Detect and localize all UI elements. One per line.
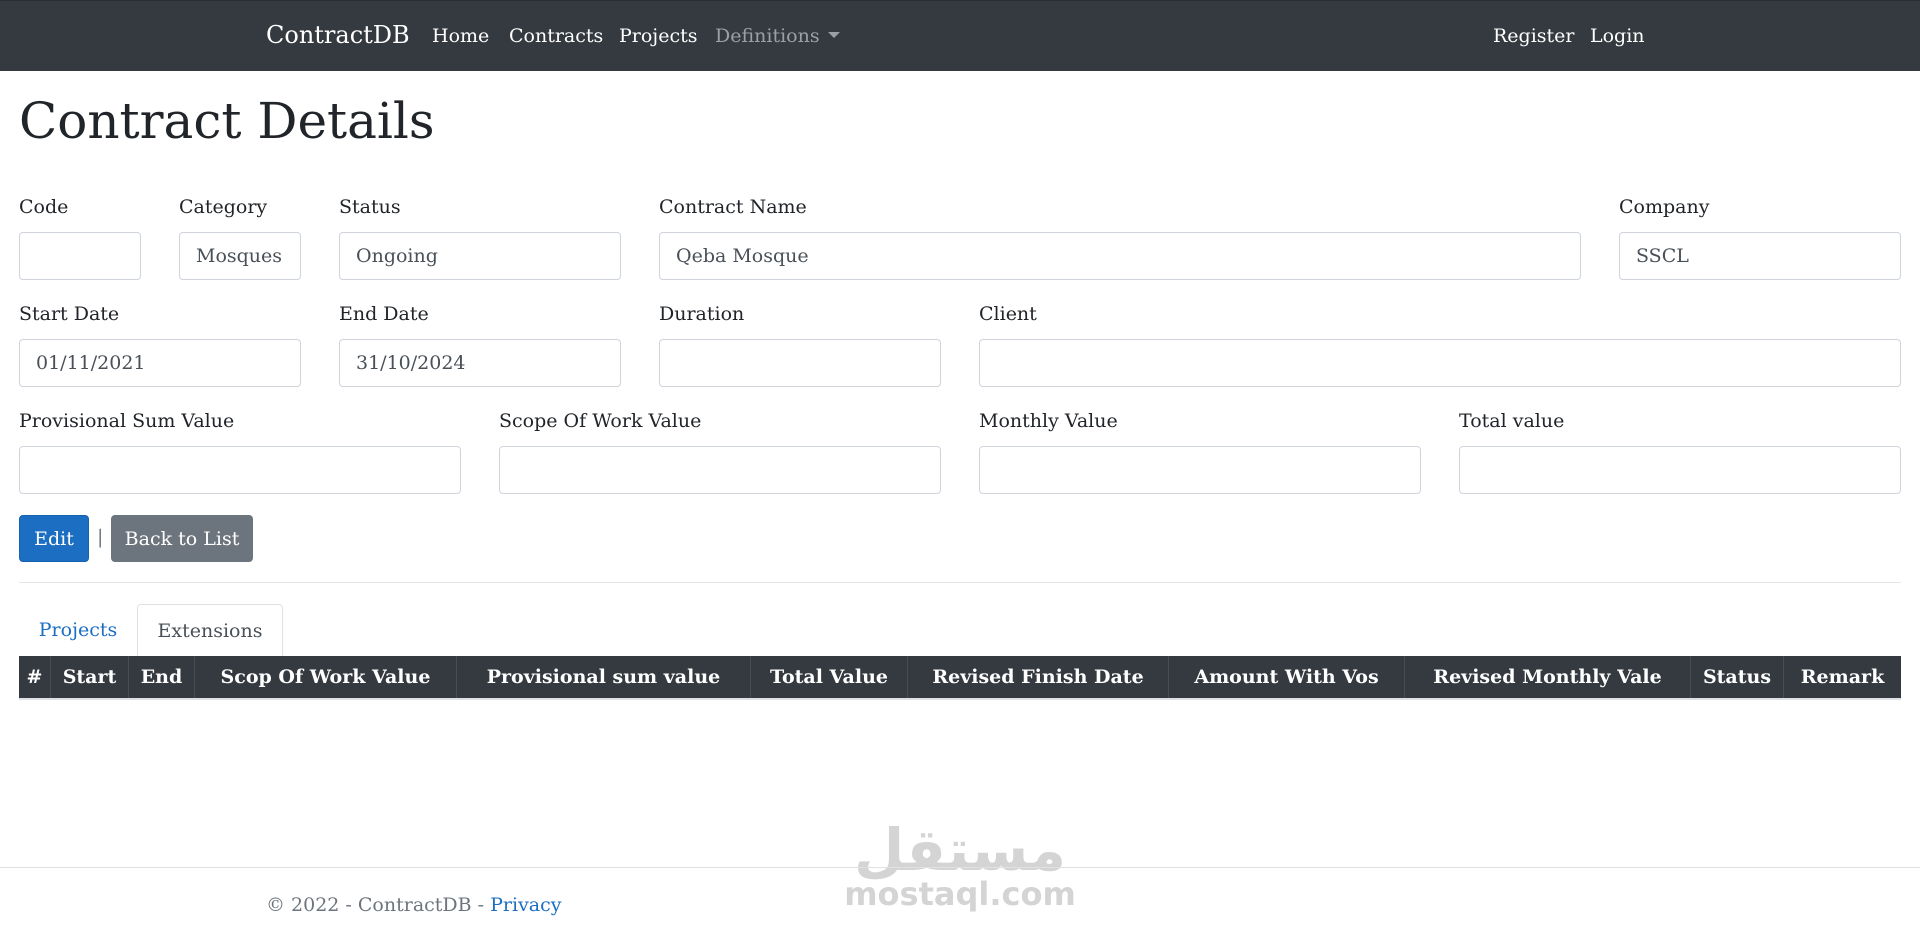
col-header-revised-finish-date: Revised Finish Date (908, 656, 1169, 698)
client-field[interactable] (979, 339, 1901, 387)
nav-login-link[interactable]: Login (1590, 25, 1645, 47)
col-header-status: Status (1691, 656, 1784, 698)
back-to-list-button[interactable]: Back to List (111, 515, 253, 562)
nav-register-link[interactable]: Register (1493, 25, 1575, 47)
col-header-remark: Remark (1800, 666, 1885, 688)
category-label: Category (179, 196, 268, 218)
start-date-label: Start Date (19, 303, 120, 325)
start-date-field[interactable]: 01/11/2021 (19, 339, 301, 387)
nav-projects-link[interactable]: Projects (619, 25, 697, 47)
footer-copyright: © 2022 - ContractDB - (266, 894, 491, 916)
tab-projects[interactable]: Projects (19, 604, 137, 656)
category-field[interactable]: Mosques (179, 232, 301, 280)
nav-home-link[interactable]: Home (432, 25, 489, 47)
scope-of-work-field[interactable] (499, 446, 941, 494)
provisional-sum-field[interactable] (19, 446, 461, 494)
col-header-provisional-sum: Provisional sum value (457, 656, 751, 698)
scope-of-work-label: Scope Of Work Value (499, 410, 702, 432)
col-header-number: # (19, 656, 51, 698)
total-value-label: Total value (1459, 410, 1565, 432)
code-field[interactable] (19, 232, 141, 280)
duration-field[interactable] (659, 339, 941, 387)
action-separator: | (97, 526, 104, 548)
end-date-field[interactable]: 31/10/2024 (339, 339, 621, 387)
contract-name-label: Contract Name (659, 196, 807, 218)
code-label: Code (19, 196, 69, 218)
tab-extensions[interactable]: Extensions (137, 604, 283, 656)
company-field[interactable]: SSCL (1619, 232, 1901, 280)
col-header-start: Start (51, 656, 129, 698)
col-header-total-value: Total Value (751, 656, 908, 698)
status-field[interactable]: Ongoing (339, 232, 621, 280)
end-date-label: End Date (339, 303, 429, 325)
top-navbar: ContractDB Home Contracts Projects Defin… (0, 0, 1920, 71)
footer: © 2022 - ContractDB - Privacy (0, 867, 1920, 943)
nav-definitions-dropdown[interactable]: Definitions (715, 25, 840, 47)
page-title: Contract Details (19, 92, 435, 150)
contract-name-field[interactable]: Qeba Mosque (659, 232, 1581, 280)
nav-contracts-link[interactable]: Contracts (509, 25, 603, 47)
duration-label: Duration (659, 303, 745, 325)
col-header-revised-monthly-value: Revised Monthly Vale (1405, 656, 1691, 698)
col-header-end: End (129, 656, 195, 698)
divider (19, 582, 1901, 583)
status-label: Status (339, 196, 401, 218)
total-value-field[interactable] (1459, 446, 1901, 494)
edit-button[interactable]: Edit (19, 515, 89, 562)
footer-text: © 2022 - ContractDB - Privacy (266, 894, 562, 916)
col-header-scope-of-work: Scop Of Work Value (195, 656, 457, 698)
monthly-value-label: Monthly Value (979, 410, 1118, 432)
caret-down-icon (827, 32, 840, 38)
brand-link[interactable]: ContractDB (266, 21, 410, 49)
nav-definitions-label: Definitions (715, 25, 820, 47)
company-label: Company (1619, 196, 1710, 218)
col-header-amount-with-vos: Amount With Vos (1169, 656, 1405, 698)
privacy-link[interactable]: Privacy (490, 894, 561, 916)
provisional-sum-label: Provisional Sum Value (19, 410, 235, 432)
client-label: Client (979, 303, 1037, 325)
extensions-table-header: # Start End Scop Of Work Value Provision… (19, 656, 1901, 700)
monthly-value-field[interactable] (979, 446, 1421, 494)
